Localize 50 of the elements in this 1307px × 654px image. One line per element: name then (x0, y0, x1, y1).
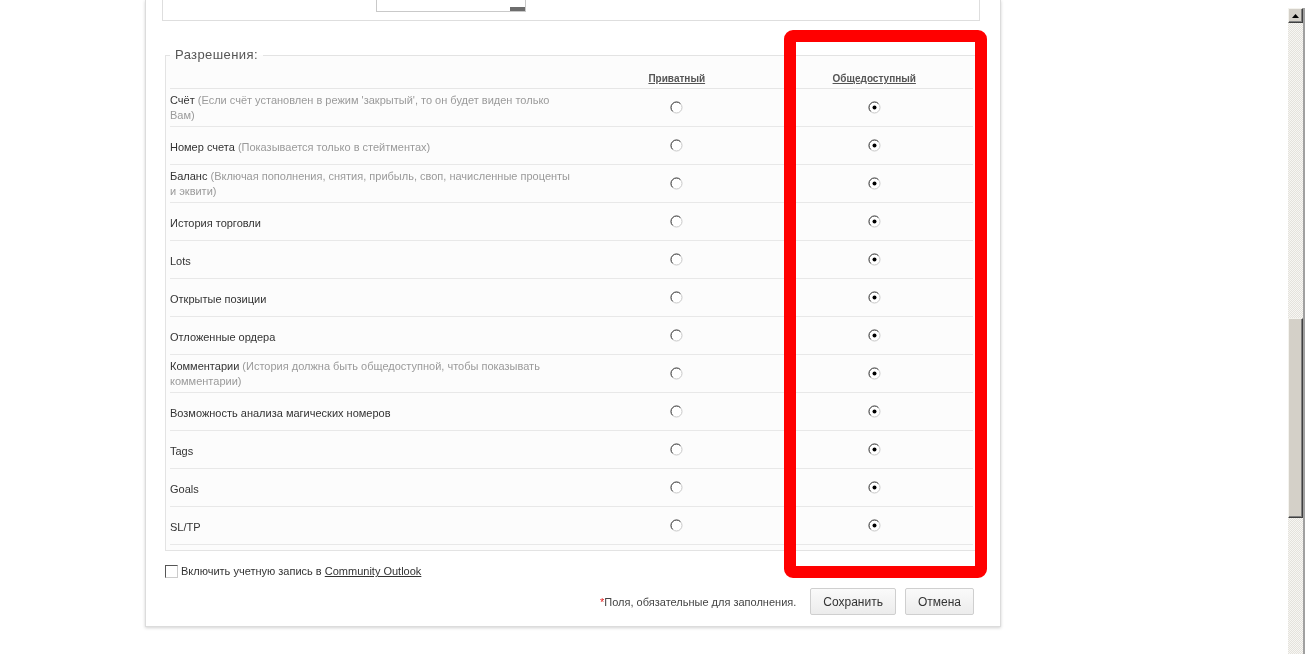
dropdown-field[interactable] (376, 0, 526, 12)
radio-button[interactable] (867, 215, 881, 228)
radio-button[interactable] (670, 405, 684, 418)
radio-button[interactable] (670, 329, 684, 342)
radio-button[interactable] (867, 443, 881, 456)
radio-button[interactable] (867, 405, 881, 418)
scroll-up-button[interactable] (1288, 8, 1303, 23)
permission-label: Номер счета (Показывается только в стейтментах) (170, 139, 431, 155)
radio-button[interactable] (867, 253, 881, 266)
scrollbar-track[interactable] (1288, 8, 1305, 654)
permission-label: Возможность анализа магических номеров (170, 405, 391, 421)
community-outlook-link[interactable]: Community Outlook (324, 565, 422, 577)
radio-button[interactable] (867, 519, 881, 532)
permission-label: Tags (170, 443, 194, 459)
permission-label: Goals (170, 481, 199, 497)
radio-button[interactable] (867, 177, 881, 190)
section-legend: Разрешения: (170, 47, 263, 63)
permission-label: Счёт (Если счёт установлен в режим 'закрытый', то он будет виден только Вам) (170, 92, 551, 123)
radio-button[interactable] (867, 101, 881, 114)
permission-label: История торговли (170, 215, 261, 231)
radio-button[interactable] (670, 481, 684, 494)
radio-button[interactable] (867, 291, 881, 304)
radio-button[interactable] (867, 329, 881, 342)
cancel-button[interactable]: Отмена (904, 588, 974, 615)
radio-button[interactable] (670, 291, 684, 304)
permission-label: Lots (170, 253, 191, 269)
column-header-link[interactable]: Общедоступный (832, 73, 916, 84)
radio-button[interactable] (670, 215, 684, 228)
radio-button[interactable] (670, 443, 684, 456)
permission-label: Баланс (Включая пополнения, снятия, прибыль, своп, начисленные проценты и эквити) (170, 168, 572, 199)
checkbox[interactable] (165, 564, 178, 578)
radio-button[interactable] (670, 101, 684, 114)
radio-button[interactable] (867, 367, 881, 380)
column-header-link[interactable]: Приватный (648, 73, 706, 84)
radio-button[interactable] (670, 177, 684, 190)
radio-button[interactable] (670, 367, 684, 380)
radio-button[interactable] (670, 519, 684, 532)
checkbox-label: Включить учетную запись в Community Outlook (181, 565, 422, 577)
scrollbar-thumb[interactable] (1288, 318, 1303, 518)
up-arrow-icon (1292, 13, 1299, 18)
radio-button[interactable] (867, 139, 881, 152)
permission-label: SL/TP (170, 519, 201, 535)
radio-button[interactable] (867, 481, 881, 494)
radio-button[interactable] (670, 139, 684, 152)
permission-label: Отложенные ордера (170, 329, 276, 345)
permission-label: Открытые позиции (170, 291, 267, 307)
permission-label: Комментарии (История должна быть общедоступной, чтобы показывать комментарии) (170, 358, 541, 389)
required-fields-note: *Поля, обязательные для заполнения. (600, 595, 797, 608)
radio-button[interactable] (670, 253, 684, 266)
save-button[interactable]: Сохранить (810, 588, 896, 615)
